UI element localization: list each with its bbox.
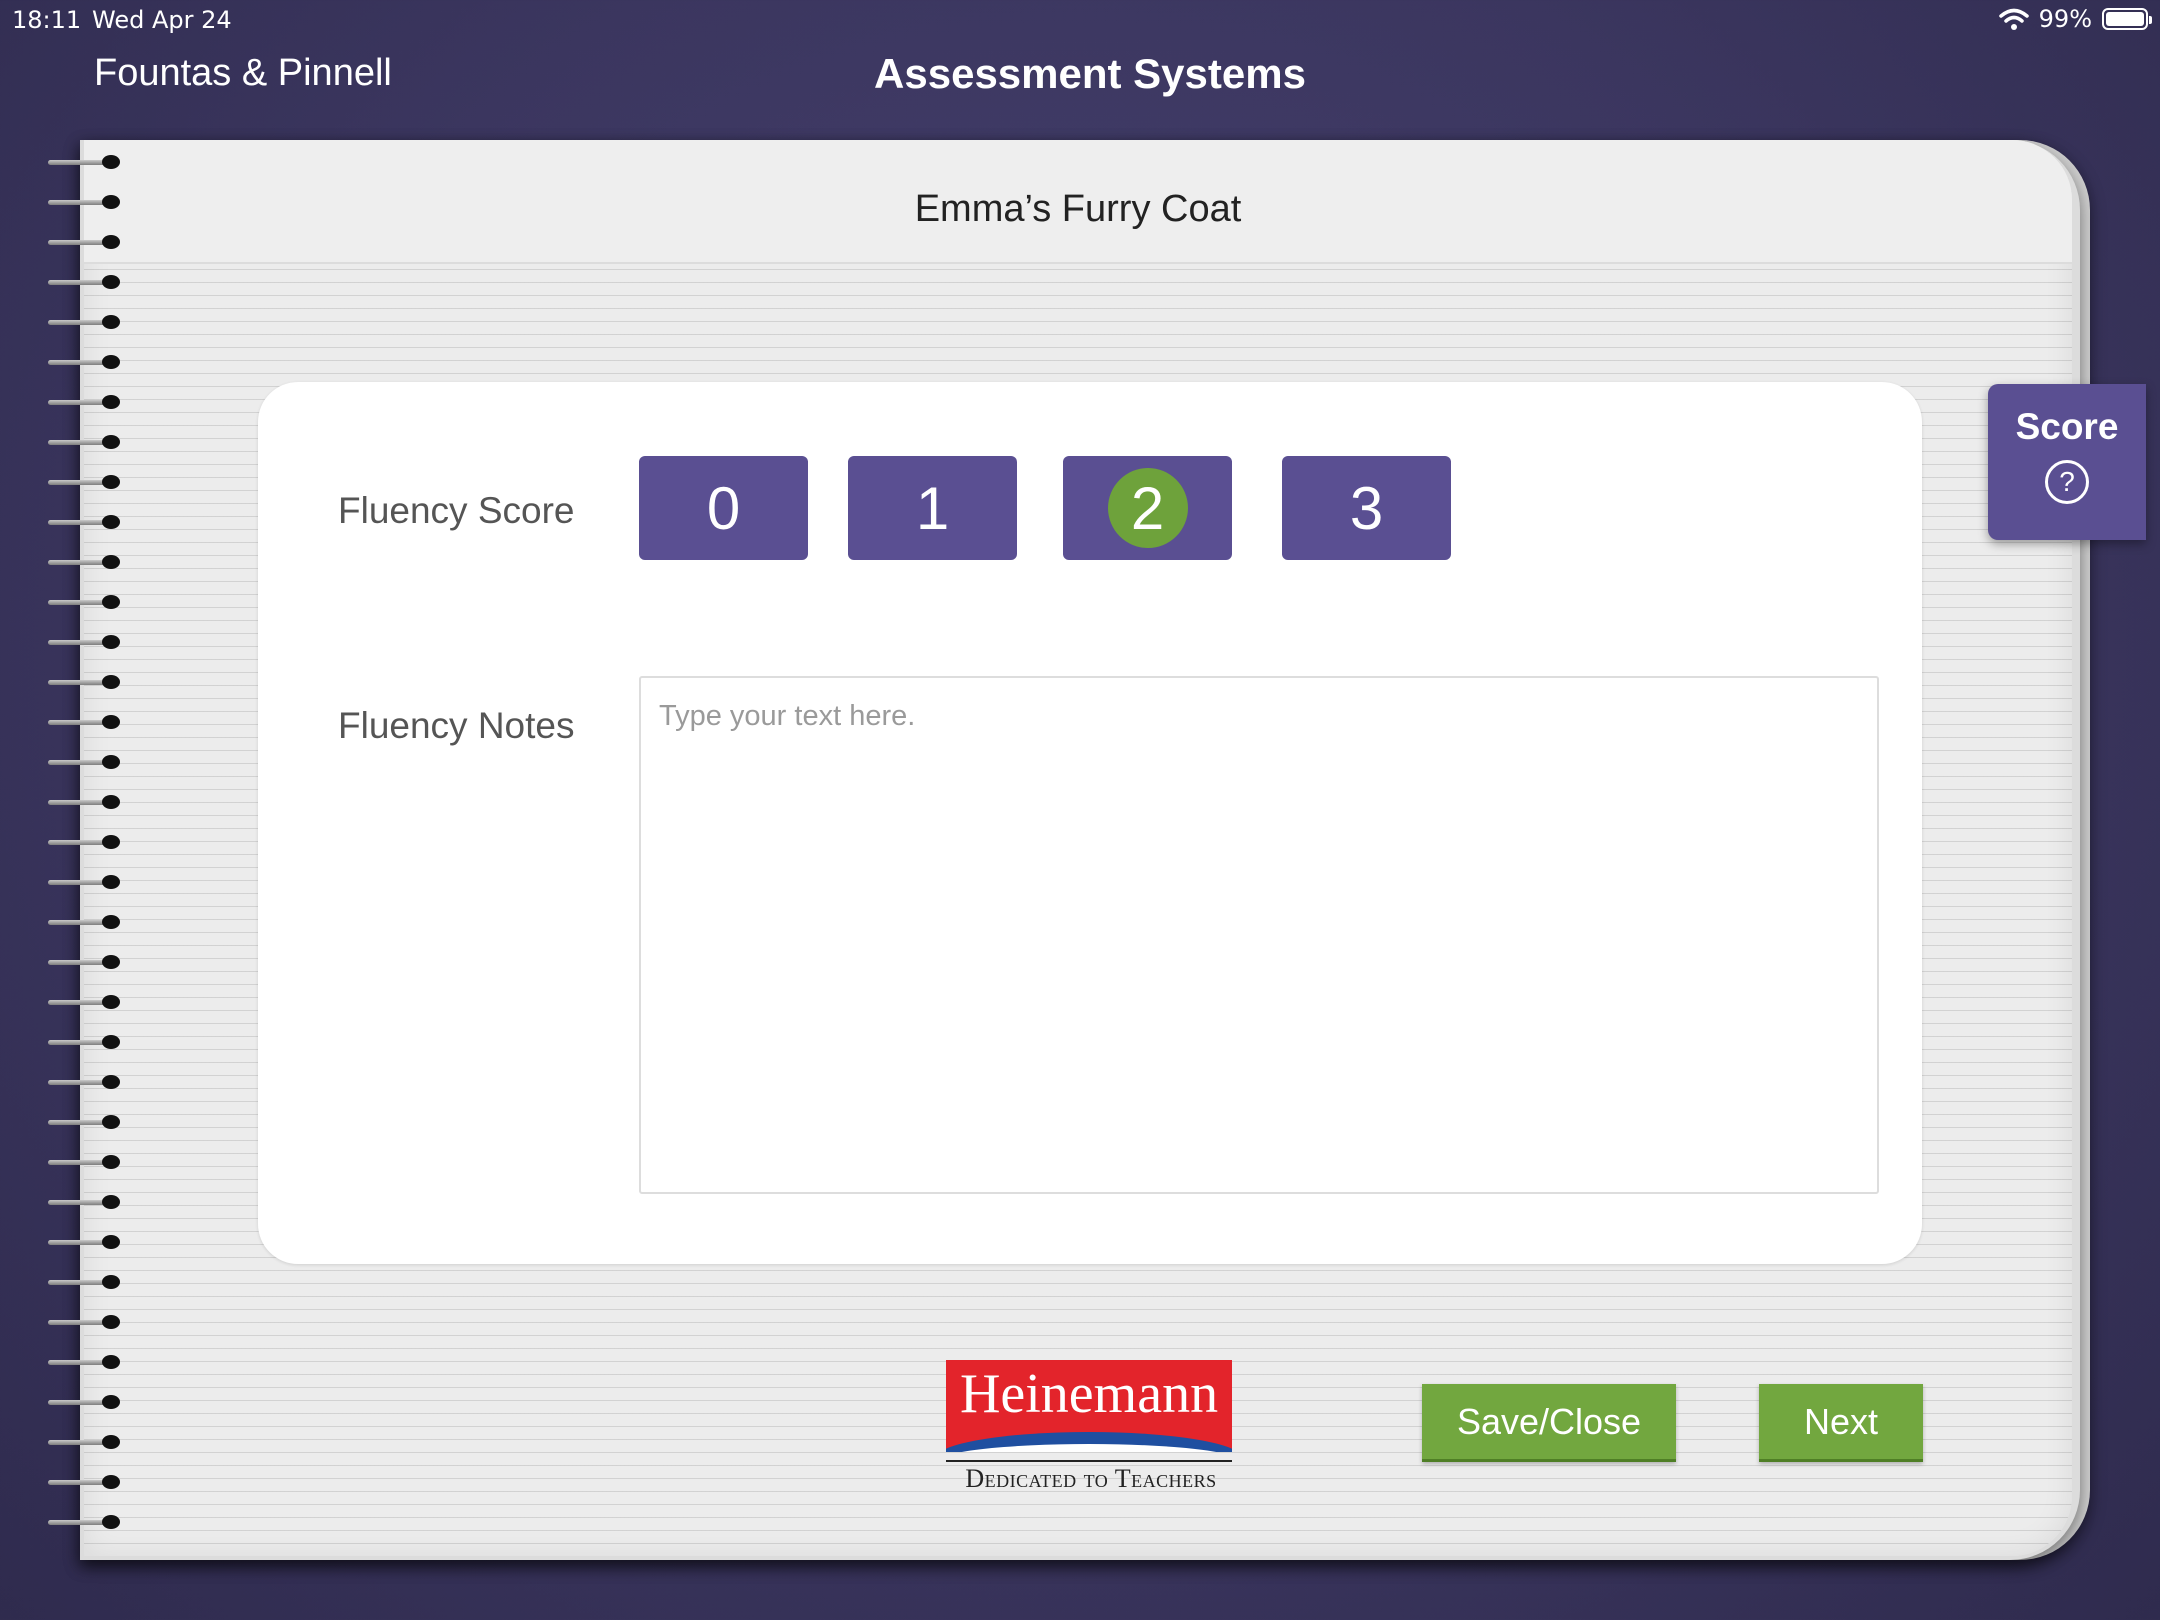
fluency-notes-label: Fluency Notes [338,705,575,746]
spiral-binding [44,155,124,1555]
spiral-ring [44,1035,124,1049]
fluency-notes-input[interactable] [639,676,1879,1194]
book-title: Emma’s Furry Coat [914,188,1242,230]
app-title: Assessment Systems [874,50,1306,97]
spiral-ring [44,915,124,929]
spiral-ring [44,1475,124,1489]
score-button-2[interactable]: 2 [1063,456,1232,560]
spiral-ring [44,1395,124,1409]
spiral-ring [44,235,124,249]
spiral-ring [44,595,124,609]
spiral-ring [44,1435,124,1449]
logo-tagline: Dedicated to Teachers [965,1464,1217,1493]
spiral-ring [44,795,124,809]
score-button-3[interactable]: 3 [1282,456,1451,560]
spiral-ring [44,1515,124,1529]
status-indicators: 99% [1998,5,2152,33]
heinemann-logo: Heinemann Dedicated to Teachers [946,1360,1236,1493]
spiral-ring [44,1235,124,1249]
spiral-ring [44,1155,124,1169]
spiral-ring [44,715,124,729]
score-button-0[interactable]: 0 [639,456,808,560]
wifi-icon [1998,8,2029,30]
spiral-ring [44,755,124,769]
score-button-label: 3 [1349,474,1384,542]
next-button[interactable]: Next [1759,1384,1923,1462]
spiral-ring [44,515,124,529]
fluency-card: Fluency Score 0 1 2 3 Fluency Notes [258,382,1922,1264]
spiral-ring [44,435,124,449]
selected-score-badge: 2 [1107,468,1188,548]
spiral-ring [44,355,124,369]
spiral-ring [44,195,124,209]
status-date: Wed Apr 24 [92,6,232,34]
battery-percent: 99% [2038,5,2092,33]
save-close-button[interactable]: Save/Close [1422,1384,1676,1462]
spiral-ring [44,955,124,969]
spiral-ring [44,675,124,689]
status-time: 18:11 [12,6,82,34]
score-tab[interactable]: Score ? [1988,384,2146,540]
spiral-ring [44,1115,124,1129]
notebook-header: Emma’s Furry Coat [84,140,2072,264]
spiral-ring [44,1275,124,1289]
question-mark-icon[interactable]: ? [2045,460,2089,504]
score-button-label: 2 [1130,474,1165,542]
logo-name: Heinemann [959,1363,1219,1425]
score-button-1[interactable]: 1 [848,456,1017,560]
spiral-ring [44,995,124,1009]
spiral-ring [44,1315,124,1329]
spiral-ring [44,155,124,169]
spiral-ring [44,555,124,569]
spiral-ring [44,1075,124,1089]
battery-icon [2102,8,2152,30]
spiral-ring [44,315,124,329]
spiral-ring [44,835,124,849]
spiral-ring [44,875,124,889]
score-button-label: 1 [915,474,950,542]
spiral-ring [44,475,124,489]
spiral-ring [44,1355,124,1369]
spiral-ring [44,275,124,289]
score-button-label: 0 [706,474,741,542]
fluency-score-label: Fluency Score [338,490,575,531]
logo-divider [946,1460,1232,1462]
spiral-ring [44,1195,124,1209]
status-bar: 18:11 Wed Apr 24 99% [0,0,2160,40]
spiral-ring [44,395,124,409]
spiral-ring [44,635,124,649]
logo-banner: Heinemann [946,1360,1232,1452]
score-tab-label: Score [2015,406,2119,447]
